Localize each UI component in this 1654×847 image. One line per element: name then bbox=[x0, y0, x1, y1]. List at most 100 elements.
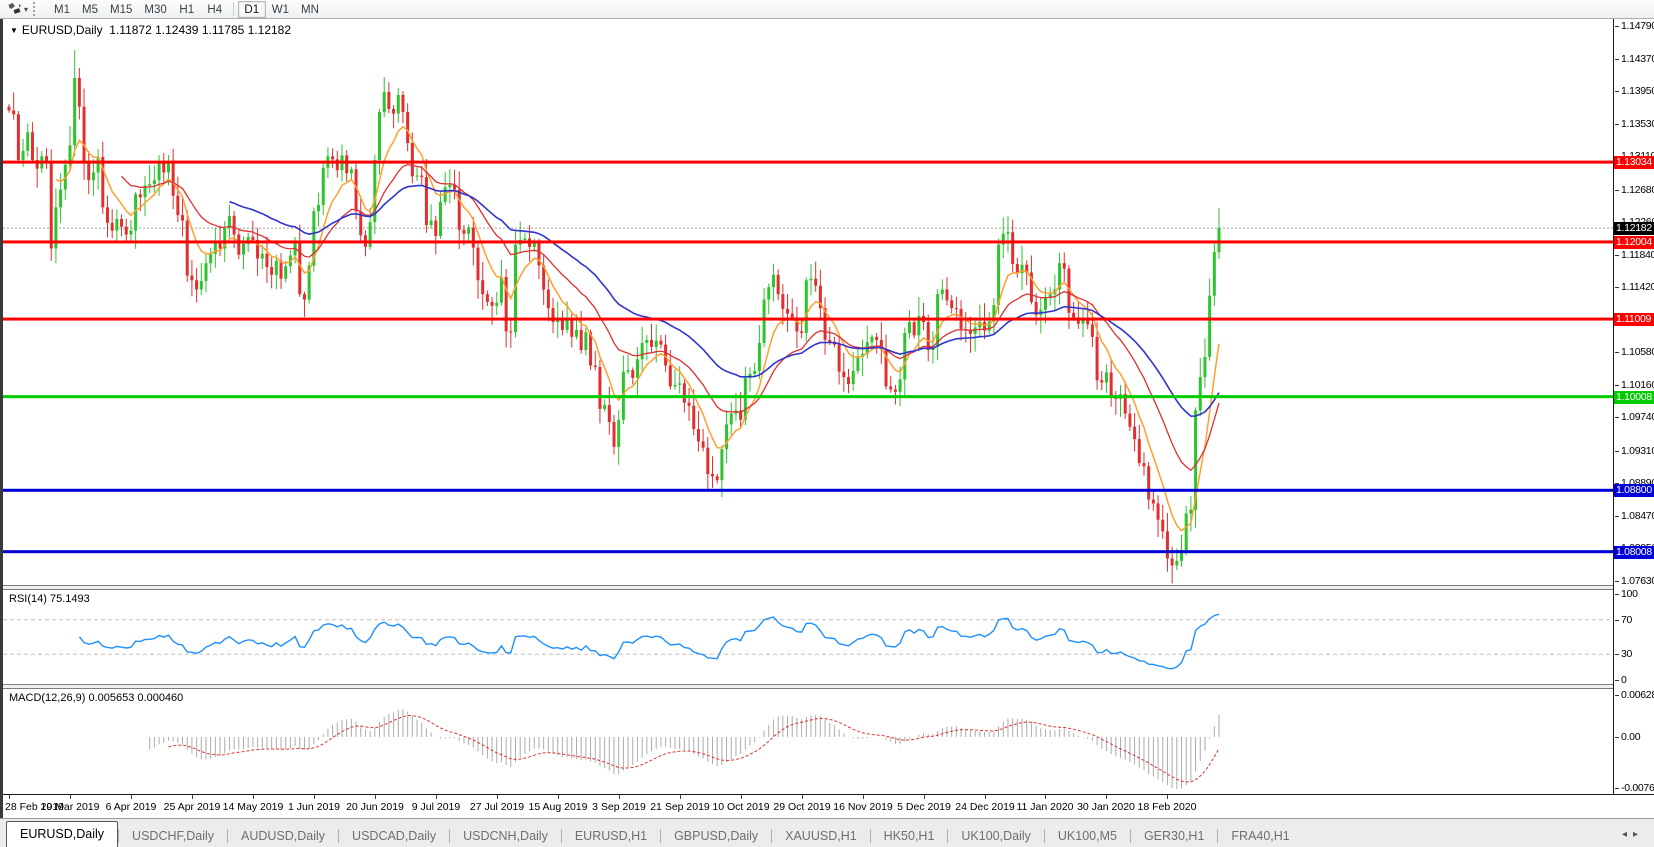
trading-app-window: ▾ M1M5M15M30H1H4 D1W1MN ▼ EURUSD,Daily 1.1… bbox=[0, 0, 1654, 847]
date-tick-mark bbox=[436, 795, 437, 799]
date-tick-mark bbox=[192, 795, 193, 799]
tab-scroll-left-icon[interactable]: ◂ bbox=[1622, 829, 1633, 840]
date-tick-mark bbox=[619, 795, 620, 799]
date-tick-label: 11 Jan 2020 bbox=[1016, 801, 1073, 813]
rsi-scale-label: 0 bbox=[1621, 674, 1627, 686]
price-tick-label: 1.14370 bbox=[1621, 53, 1654, 65]
rsi-scale-label: 30 bbox=[1621, 648, 1632, 660]
chart-tab-xauusd-h1[interactable]: XAUUSD,H1 bbox=[772, 826, 870, 847]
macd-scale-label: 0.00 bbox=[1621, 731, 1640, 743]
price-tick-label: 1.12680 bbox=[1621, 184, 1654, 196]
date-tick-mark bbox=[375, 795, 376, 799]
mid-ma-line bbox=[122, 165, 1219, 471]
horizontal-level-line[interactable] bbox=[3, 395, 1613, 398]
date-axis[interactable]: 28 Feb 201919 Mar 20196 Apr 201925 Apr 2… bbox=[3, 794, 1654, 818]
date-tick-label: 29 Oct 2019 bbox=[773, 801, 830, 813]
date-tick-mark bbox=[680, 795, 681, 799]
chart-tab-eurusd-h1[interactable]: EURUSD,H1 bbox=[562, 826, 660, 847]
chart-tab-uk100-m5[interactable]: UK100,M5 bbox=[1045, 826, 1130, 847]
date-tick-label: 5 Dec 2019 bbox=[897, 801, 951, 813]
date-tick-mark bbox=[70, 795, 71, 799]
level-price-badge: 1.11009 bbox=[1614, 313, 1654, 326]
chart-tabbar: EURUSD,DailyUSDCHF,DailyAUDUSD,DailyUSDC… bbox=[0, 818, 1654, 847]
macd-label: MACD(12,26,9) 0.005653 0.000460 bbox=[9, 692, 183, 704]
horizontal-level-line[interactable] bbox=[3, 161, 1613, 164]
price-tick-label: 1.13950 bbox=[1621, 85, 1654, 97]
price-tick-mark bbox=[1615, 417, 1619, 418]
date-tick-label: 9 Jul 2019 bbox=[412, 801, 460, 813]
date-tick-label: 18 Feb 2020 bbox=[1138, 801, 1197, 813]
rsi-label: RSI(14) 75.1493 bbox=[9, 593, 90, 605]
level-price-badge: 1.13034 bbox=[1614, 156, 1654, 169]
horizontal-level-line[interactable] bbox=[3, 318, 1613, 321]
chart-symbol-label: EURUSD,Daily bbox=[22, 23, 103, 37]
horizontal-level-line[interactable] bbox=[3, 550, 1613, 553]
chart-window: ▼EURUSD,Daily 1.11872 1.12439 1.11785 1.… bbox=[0, 19, 1654, 818]
macd-scale-label: 0.006287 bbox=[1621, 689, 1654, 701]
timeframe-w1-button[interactable]: W1 bbox=[266, 1, 295, 18]
main-chart-plot[interactable]: ▼EURUSD,Daily 1.11872 1.12439 1.11785 1.… bbox=[3, 19, 1613, 585]
price-axis[interactable]: 1.147901.143701.139501.135301.131101.126… bbox=[1613, 19, 1654, 794]
toolbar-grip[interactable] bbox=[33, 2, 42, 16]
date-tick-mark bbox=[497, 795, 498, 799]
chart-tab-usdcnh-daily[interactable]: USDCNH,Daily bbox=[450, 826, 561, 847]
price-tick-label: 1.11420 bbox=[1621, 281, 1654, 293]
price-tick-mark bbox=[1615, 190, 1619, 191]
price-tick-mark bbox=[1615, 26, 1619, 27]
rsi-indicator-plot[interactable]: RSI(14) 75.1493 bbox=[3, 590, 1613, 684]
date-tick-mark bbox=[863, 795, 864, 799]
timeframe-h4-button[interactable]: H4 bbox=[201, 1, 229, 18]
chart-tab-usdchf-daily[interactable]: USDCHF,Daily bbox=[119, 826, 227, 847]
charts-dropdown-caret-icon[interactable]: ▾ bbox=[24, 5, 28, 14]
price-tick-label: 1.09740 bbox=[1621, 411, 1654, 423]
macd-scale-label: -0.007658 bbox=[1621, 782, 1654, 794]
timeframe-h1-button[interactable]: H1 bbox=[173, 1, 201, 18]
price-tick-mark bbox=[1615, 255, 1619, 256]
macd-indicator-plot[interactable]: MACD(12,26,9) 0.005653 0.000460 bbox=[3, 689, 1613, 794]
date-tick-mark bbox=[985, 795, 986, 799]
chart-tab-uk100-daily[interactable]: UK100,Daily bbox=[948, 826, 1043, 847]
price-tick-mark bbox=[1615, 451, 1619, 452]
chart-tab-eurusd-daily[interactable]: EURUSD,Daily bbox=[6, 821, 118, 847]
date-tick-mark bbox=[558, 795, 559, 799]
price-tick-label: 1.11840 bbox=[1621, 249, 1654, 261]
chart-tab-ger30-h1[interactable]: GER30,H1 bbox=[1131, 826, 1217, 847]
date-tick-label: 20 Jun 2019 bbox=[346, 801, 404, 813]
date-tick-mark bbox=[802, 795, 803, 799]
date-tick-mark bbox=[9, 795, 10, 799]
current-price-badge: 1.12182 bbox=[1614, 222, 1654, 235]
price-tick-mark bbox=[1615, 581, 1619, 582]
chart-tab-hk50-h1[interactable]: HK50,H1 bbox=[871, 826, 948, 847]
horizontal-level-line[interactable] bbox=[3, 240, 1613, 243]
horizontal-level-line[interactable] bbox=[3, 489, 1613, 492]
timeframe-m30-button[interactable]: M30 bbox=[138, 1, 172, 18]
timeframe-m5-button[interactable]: M5 bbox=[76, 1, 104, 18]
symbol-dropdown-icon[interactable]: ▼ bbox=[10, 26, 18, 35]
level-price-badge: 1.10008 bbox=[1614, 391, 1654, 404]
timeframe-d1-button[interactable]: D1 bbox=[238, 1, 266, 18]
date-tick-mark bbox=[924, 795, 925, 799]
price-tick-mark bbox=[1615, 124, 1619, 125]
date-tick-mark bbox=[314, 795, 315, 799]
price-tick-mark bbox=[1615, 516, 1619, 517]
timeframe-m1-button[interactable]: M1 bbox=[48, 1, 76, 18]
chart-tab-fra40-h1[interactable]: FRA40,H1 bbox=[1218, 826, 1302, 847]
rsi-scale-label: 100 bbox=[1621, 588, 1638, 600]
level-price-badge: 1.08800 bbox=[1614, 484, 1654, 497]
chart-tab-audusd-daily[interactable]: AUDUSD,Daily bbox=[228, 826, 338, 847]
rsi-line bbox=[79, 614, 1219, 669]
date-tick-label: 6 Apr 2019 bbox=[106, 801, 157, 813]
price-tick-mark bbox=[1615, 91, 1619, 92]
price-tick-mark bbox=[1615, 287, 1619, 288]
timeframe-mn-button[interactable]: MN bbox=[295, 1, 325, 18]
charts-icon[interactable] bbox=[4, 1, 24, 17]
date-tick-label: 1 Jun 2019 bbox=[288, 801, 340, 813]
tab-scroll-right-icon[interactable]: ▸ bbox=[1633, 829, 1644, 840]
date-tick-label: 21 Sep 2019 bbox=[650, 801, 710, 813]
price-tick-label: 1.13530 bbox=[1621, 118, 1654, 130]
timeframe-buttons-group: M1M5M15M30H1H4 D1W1MN bbox=[48, 1, 325, 18]
timeframe-m15-button[interactable]: M15 bbox=[104, 1, 138, 18]
chart-tab-usdcad-daily[interactable]: USDCAD,Daily bbox=[339, 826, 449, 847]
chart-tab-gbpusd-daily[interactable]: GBPUSD,Daily bbox=[661, 826, 771, 847]
date-tick-label: 14 May 2019 bbox=[223, 801, 284, 813]
